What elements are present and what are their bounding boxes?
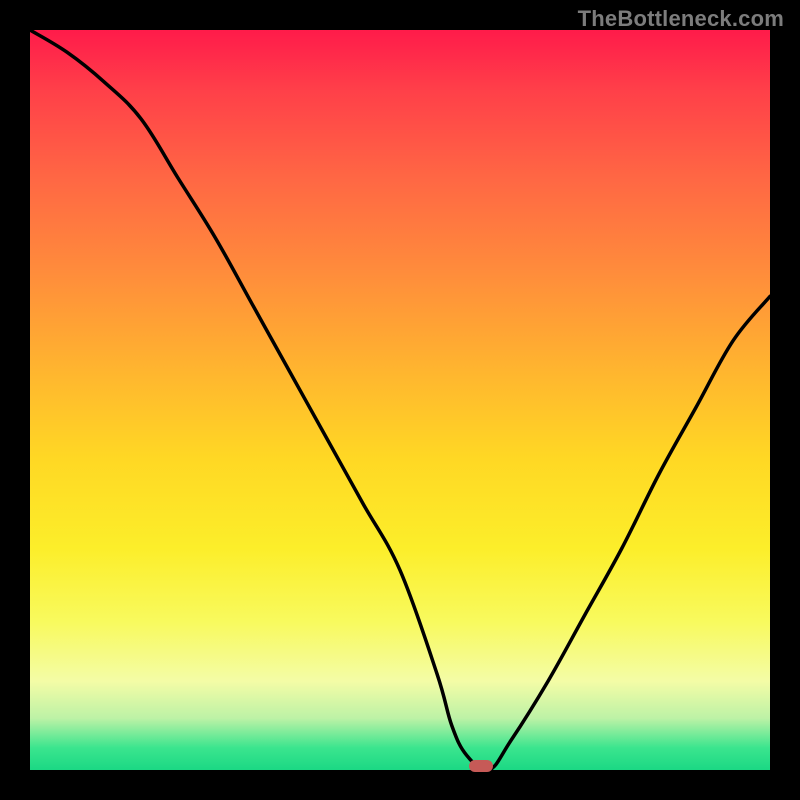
minimum-marker: [469, 760, 493, 772]
plot-area: [30, 30, 770, 770]
bottleneck-curve: [30, 30, 770, 770]
watermark-text: TheBottleneck.com: [578, 6, 784, 32]
chart-frame: TheBottleneck.com: [0, 0, 800, 800]
